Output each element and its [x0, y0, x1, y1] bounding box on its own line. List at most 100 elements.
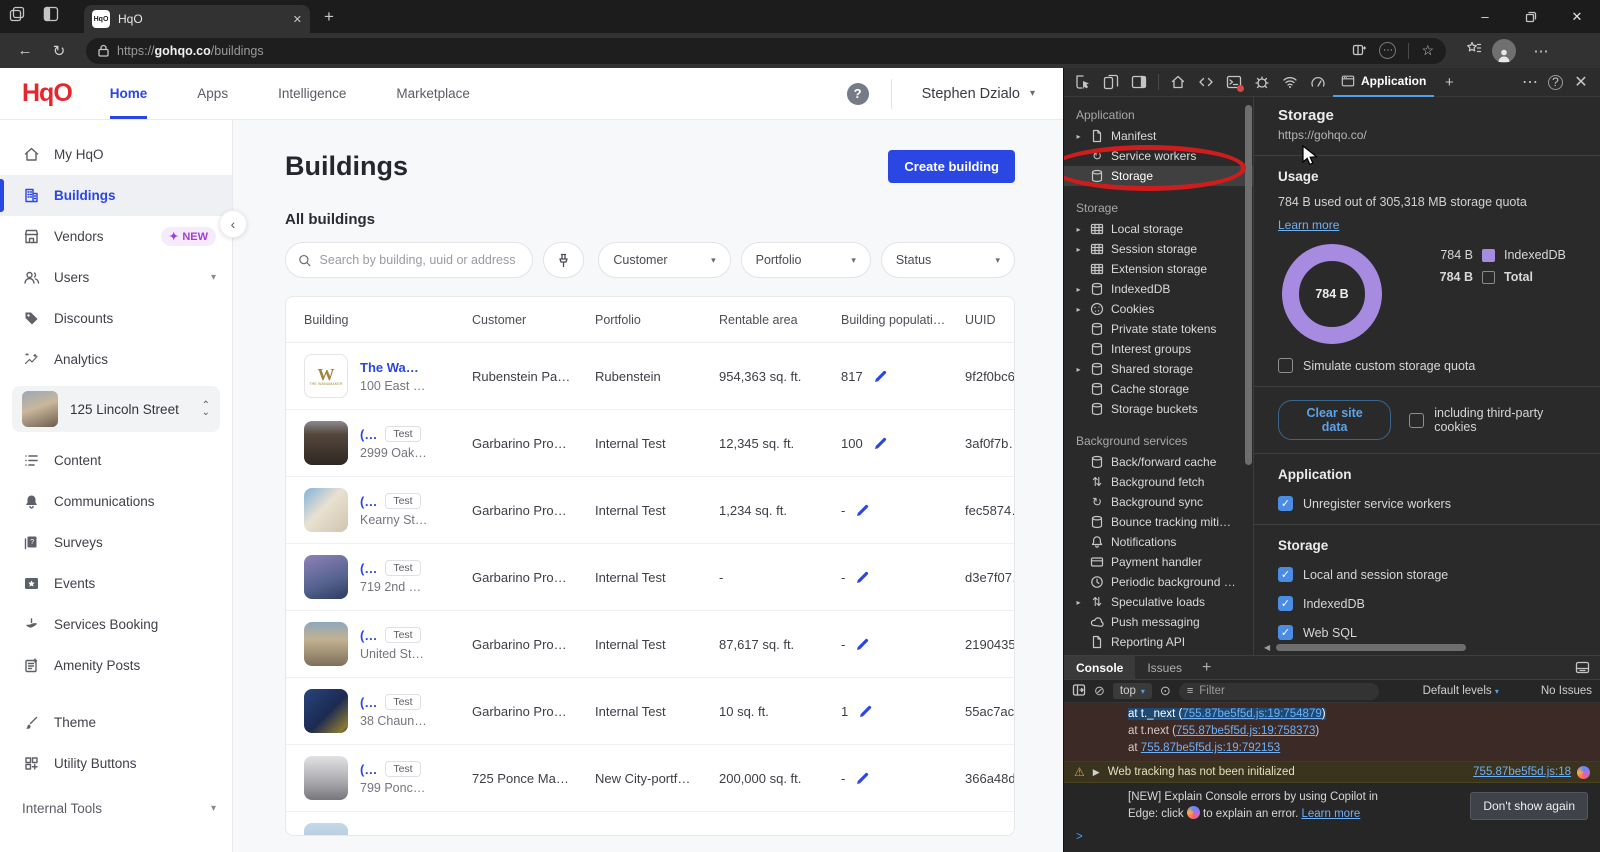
- sidebar-item-my-hqo[interactable]: My HqO: [0, 134, 232, 175]
- default-levels-dropdown[interactable]: Default levels ▾: [1423, 685, 1527, 697]
- devtools-close-icon[interactable]: ✕: [1568, 69, 1594, 95]
- workspaces-icon[interactable]: [0, 6, 34, 27]
- browser-menu-icon[interactable]: ⋯: [1526, 42, 1556, 60]
- nav-intelligence[interactable]: Intelligence: [278, 68, 346, 119]
- learn-more-link[interactable]: Learn more: [1278, 218, 1339, 232]
- warning-message[interactable]: ⚠ ▶ Web tracking has not been initialize…: [1064, 762, 1600, 783]
- favorite-star-icon[interactable]: ☆: [1421, 42, 1434, 59]
- tree-item-storage[interactable]: Storage: [1064, 166, 1253, 186]
- create-building-button[interactable]: Create building: [888, 150, 1015, 183]
- expand-arrow-icon[interactable]: ▸: [1074, 132, 1083, 141]
- pane-horizontal-scrollbar[interactable]: ◀: [1264, 643, 1592, 652]
- clear-console-icon[interactable]: ⊘: [1094, 683, 1105, 699]
- building-link[interactable]: (…: [360, 628, 377, 643]
- building-link[interactable]: (…: [360, 561, 377, 576]
- console-filter-input[interactable]: [1199, 685, 1371, 697]
- sidebar-item-events[interactable]: Events: [0, 563, 232, 604]
- expand-arrow-icon[interactable]: ▸: [1074, 305, 1083, 314]
- table-row[interactable]: (…Test38 Chaun… Garbarino Pro… Internal …: [286, 678, 1014, 745]
- devtools-menu-icon[interactable]: ⋯: [1517, 69, 1543, 95]
- sources-panel-icon[interactable]: [1193, 69, 1219, 95]
- local-session-checkbox[interactable]: ✓: [1278, 567, 1293, 582]
- network-icon[interactable]: [1277, 69, 1303, 95]
- table-row[interactable]: (…TestKearny St… Garbarino Pro… Internal…: [286, 477, 1014, 544]
- tree-item-shared-storage[interactable]: ▸Shared storage: [1064, 359, 1253, 379]
- sidebar-item-services-booking[interactable]: Services Booking: [0, 604, 232, 645]
- tree-item-push-messaging[interactable]: Push messaging: [1064, 612, 1253, 632]
- internal-tools-caret-icon[interactable]: ▾: [211, 803, 216, 814]
- indexeddb-row[interactable]: ✓IndexedDB: [1278, 596, 1576, 611]
- edit-population-icon[interactable]: [855, 570, 870, 585]
- user-caret-icon[interactable]: ▾: [1030, 88, 1035, 99]
- tab-issues[interactable]: Issues: [1135, 656, 1194, 679]
- tree-item-cookies[interactable]: ▸Cookies: [1064, 299, 1253, 319]
- expand-arrow-icon[interactable]: ▸: [1074, 365, 1083, 374]
- console-panel-icon[interactable]: [1221, 69, 1247, 95]
- user-menu[interactable]: Stephen Dzialo: [922, 86, 1020, 102]
- dock-panel-icon[interactable]: [1575, 660, 1590, 675]
- edit-population-icon[interactable]: [858, 704, 873, 719]
- sidebar-collapse-button[interactable]: ‹: [219, 210, 247, 238]
- stack-link[interactable]: 755.87be5f5d.js:19:758373: [1176, 725, 1315, 737]
- sidebar-item-theme[interactable]: Theme: [0, 702, 232, 743]
- expand-arrow-icon[interactable]: ▶: [1093, 767, 1100, 778]
- sidebar-item-amenity-posts[interactable]: Amenity Posts: [0, 645, 232, 686]
- debugger-icon[interactable]: [1249, 69, 1275, 95]
- scroll-left-icon[interactable]: ◀: [1264, 643, 1270, 652]
- indexeddb-checkbox[interactable]: ✓: [1278, 596, 1293, 611]
- refresh-icon[interactable]: ↻: [44, 42, 74, 60]
- pin-filter-button[interactable]: [543, 242, 584, 278]
- building-link[interactable]: (…: [360, 762, 377, 777]
- table-row[interactable]: (…Test799 Ponc… 725 Ponce Ma… New City-p…: [286, 745, 1014, 812]
- unregister-checkbox[interactable]: ✓: [1278, 496, 1293, 511]
- more-tabs-icon[interactable]: +: [1436, 69, 1462, 95]
- tree-scrollbar[interactable]: [1245, 105, 1252, 465]
- performance-icon[interactable]: [1305, 69, 1331, 95]
- sidebar-item-analytics[interactable]: Analytics: [0, 339, 232, 380]
- websql-row[interactable]: ✓Web SQL: [1278, 625, 1576, 640]
- tree-item-local-storage[interactable]: ▸Local storage: [1064, 219, 1253, 239]
- restore-button[interactable]: [1508, 0, 1554, 33]
- profile-avatar[interactable]: [1492, 39, 1522, 63]
- split-screen-icon[interactable]: [1352, 43, 1367, 58]
- tab-close-icon[interactable]: ✕: [293, 13, 302, 26]
- portfolio-filter-dropdown[interactable]: Portfolio ▾: [741, 242, 871, 278]
- search-box[interactable]: [285, 242, 533, 278]
- devtools-help-icon[interactable]: ?: [1548, 75, 1563, 90]
- tree-item-payment-handler[interactable]: Payment handler: [1064, 552, 1253, 572]
- table-row[interactable]: 1 100th …: [286, 812, 1014, 836]
- tree-item-private-state-tokens[interactable]: Private state tokens: [1064, 319, 1253, 339]
- tree-item-background-sync[interactable]: ↻Background sync: [1064, 492, 1253, 512]
- simulate-quota-checkbox[interactable]: [1278, 358, 1293, 373]
- tree-item-cache-storage[interactable]: Cache storage: [1064, 379, 1253, 399]
- tree-item-service-workers[interactable]: ↻Service workers: [1064, 146, 1253, 166]
- minimize-button[interactable]: –: [1462, 0, 1508, 33]
- edit-population-icon[interactable]: [855, 637, 870, 652]
- tree-item-interest-groups[interactable]: Interest groups: [1064, 339, 1253, 359]
- table-row[interactable]: WTHE WANAMAKER The Wa…100 East … Rubenst…: [286, 343, 1014, 410]
- console-filter[interactable]: ≡: [1179, 683, 1379, 700]
- unregister-row[interactable]: ✓Unregister service workers: [1278, 496, 1576, 511]
- scrollbar-thumb[interactable]: [1276, 644, 1466, 651]
- status-filter-dropdown[interactable]: Status ▾: [881, 242, 1015, 278]
- tree-item-back-forward-cache[interactable]: Back/forward cache: [1064, 452, 1253, 472]
- expand-arrow-icon[interactable]: ▸: [1074, 225, 1083, 234]
- console-prompt[interactable]: >: [1064, 827, 1600, 847]
- sidebar-item-communications[interactable]: Communications: [0, 481, 232, 522]
- address-bar[interactable]: https://gohqo.co/buildings ⋯ ☆: [86, 38, 1446, 64]
- table-row[interactable]: (…Test719 2nd … Garbarino Pro… Internal …: [286, 544, 1014, 611]
- simulate-quota-row[interactable]: Simulate custom storage quota: [1278, 358, 1576, 373]
- building-link[interactable]: The Wa…: [360, 360, 425, 375]
- sidebar-item-content[interactable]: Content: [0, 440, 232, 481]
- third-party-checkbox[interactable]: [1409, 413, 1424, 428]
- edit-population-icon[interactable]: [855, 771, 870, 786]
- console-sidebar-icon[interactable]: [1072, 683, 1086, 700]
- panel-layout-icon[interactable]: [1126, 69, 1152, 95]
- sidebar-item-surveys[interactable]: ? Surveys: [0, 522, 232, 563]
- sidebar-item-internal-tools[interactable]: Internal Tools ▾: [0, 788, 232, 829]
- dont-show-again-button[interactable]: Don't show again: [1470, 792, 1588, 820]
- tree-item-speculative-loads[interactable]: ▸⇅Speculative loads: [1064, 592, 1253, 612]
- browser-tab[interactable]: HqO HqO ✕: [84, 5, 310, 33]
- tree-item-manifest[interactable]: ▸Manifest: [1064, 126, 1253, 146]
- local-session-row[interactable]: ✓Local and session storage: [1278, 567, 1576, 582]
